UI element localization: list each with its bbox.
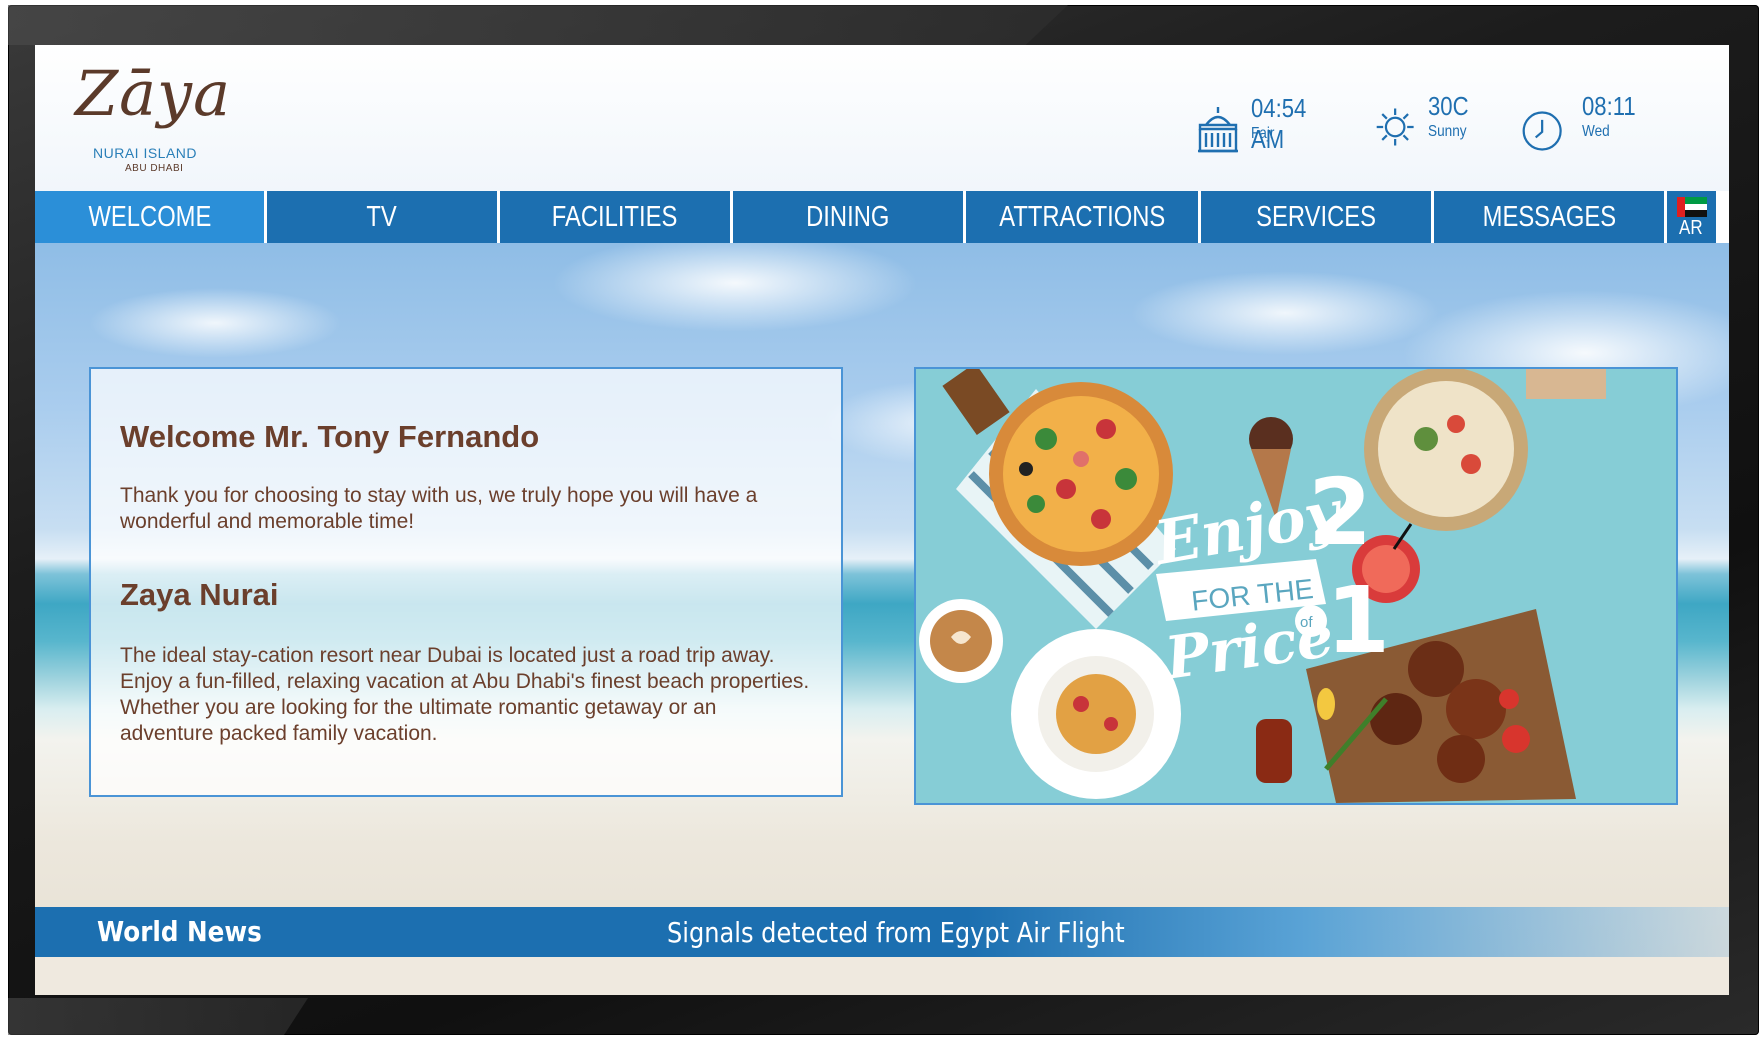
clock-widget: 08:11 Wed (1520, 91, 1650, 163)
mosque-icon (1198, 107, 1238, 153)
nav-label: WELCOME (88, 200, 211, 233)
tv-screen: Zāya NURAI ISLAND ABU DHABI 04:54 AM Faj… (35, 45, 1729, 995)
prayer-name: Fajr (1251, 125, 1275, 142)
nav-item-facilities[interactable]: FACILITIES (500, 191, 730, 243)
weather-widget: 30C Sunny (1373, 91, 1483, 163)
nav-item-messages[interactable]: MESSAGES (1434, 191, 1664, 243)
nav-item-services[interactable]: SERVICES (1201, 191, 1431, 243)
resort-description: The ideal stay-cation resort near Dubai … (120, 644, 810, 745)
nav-label: DINING (806, 200, 890, 233)
pasta-plate-image (1011, 629, 1181, 799)
prayer-time-widget: 04:54 AM Fajr (1192, 93, 1342, 163)
main-nav: WELCOME TV FACILITIES DINING ATTRACTIONS… (35, 191, 1729, 243)
nav-item-dining[interactable]: DINING (733, 191, 963, 243)
uae-flag-icon (1677, 197, 1707, 218)
guest-greeting: Welcome Mr. Tony Fernando (120, 419, 540, 454)
news-label: World News (97, 915, 262, 948)
temperature: 30C (1428, 91, 1469, 121)
bottom-sand-strip (35, 957, 1729, 995)
prayer-time: 04:54 AM (1251, 93, 1307, 154)
news-ticker: World News Signals detected from Egypt A… (35, 907, 1729, 957)
zaya-logo: Zāya NURAI ISLAND ABU DHABI (75, 63, 275, 183)
nav-label: MESSAGES (1482, 200, 1616, 233)
nav-label: TV (366, 200, 398, 233)
weather-condition: Sunny (1428, 123, 1467, 140)
resort-title: Zaya Nurai (120, 577, 279, 612)
promo-of-text: of (1300, 614, 1313, 631)
logo-wordmark: Zāya (75, 57, 232, 130)
nav-item-welcome[interactable]: WELCOME (35, 191, 264, 243)
promo-number-1: 1 (1326, 567, 1390, 674)
welcome-message: Thank you for choosing to stay with us, … (120, 484, 758, 533)
clock-time: 08:11 (1582, 91, 1636, 121)
promo-number-2: 2 (1308, 459, 1372, 566)
nav-label: ATTRACTIONS (998, 200, 1166, 233)
nav-item-tv[interactable]: TV (267, 191, 497, 243)
language-label: AR (1679, 217, 1703, 239)
clock-day: Wed (1582, 123, 1610, 140)
bezel-glare (8, 5, 1068, 45)
nav-label: FACILITIES (552, 200, 678, 233)
promo-artwork: Enjoy 2 FOR THE Price of 1 (916, 369, 1676, 803)
sun-icon (1376, 108, 1414, 146)
logo-subtitle: NURAI ISLAND (93, 145, 198, 161)
header: Zāya NURAI ISLAND ABU DHABI 04:54 AM Faj… (35, 45, 1729, 191)
welcome-card: Welcome Mr. Tony Fernando Thank you for … (89, 367, 843, 797)
latte-image (919, 599, 1003, 683)
clock-icon (1522, 111, 1562, 151)
bezel-glare-bottom (8, 998, 308, 1035)
news-headline[interactable]: Signals detected from Egypt Air Flight (667, 916, 1125, 949)
language-toggle-ar[interactable]: AR (1667, 191, 1716, 243)
dining-promo-banner[interactable]: Enjoy 2 FOR THE Price of 1 (914, 367, 1678, 805)
nav-item-attractions[interactable]: ATTRACTIONS (966, 191, 1198, 243)
nav-label: SERVICES (1256, 200, 1376, 233)
logo-location: ABU DHABI (125, 163, 184, 174)
